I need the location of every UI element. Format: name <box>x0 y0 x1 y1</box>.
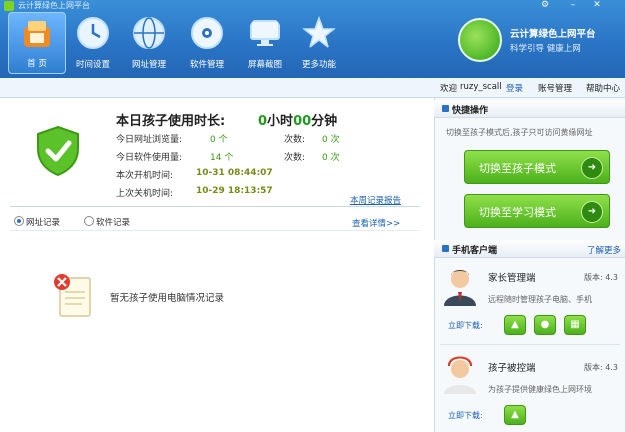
nav-more-features[interactable]: 更多功能 <box>290 12 348 74</box>
usage-hours: 0 <box>258 114 268 129</box>
divider <box>440 344 620 345</box>
parent-client-name: 家长管理端 <box>488 273 536 284</box>
url-views-value: 0 个 <box>210 135 228 145</box>
empty-record-icon <box>54 274 91 317</box>
software-records-radio[interactable] <box>84 216 94 226</box>
software-value: 14 个 <box>210 153 234 163</box>
nav-screenshot-label: 屏幕截图 <box>247 60 282 70</box>
nav-software-management[interactable]: 软件管理 <box>178 12 236 74</box>
title-bar: 云计算绿色上网平台 ⚙ – ✕ <box>0 0 625 12</box>
clock-icon <box>77 17 109 49</box>
nav-url-label: 网址管理 <box>131 60 166 70</box>
welcome-text: 欢迎 <box>440 84 458 94</box>
user-bar: 欢迎 ruzy_scall 登录 账号管理 帮助中心 <box>0 78 625 98</box>
shield-check-icon <box>37 125 79 177</box>
brand-subtitle: 科学引导 健康上网 <box>510 44 581 54</box>
learn-more-link[interactable]: 了解更多 <box>587 244 621 256</box>
child-avatar <box>444 356 476 394</box>
software-times-label: 次数: <box>284 153 306 163</box>
minimize-button[interactable]: – <box>566 0 580 11</box>
nav-home-label: 首 页 <box>27 59 47 69</box>
settings-icon[interactable]: ⚙ <box>538 0 552 11</box>
study-mode-label: 切换至学习模式 <box>479 206 556 219</box>
mobile-title: 手机客户端 <box>452 246 498 256</box>
section-bullet-icon <box>442 245 449 252</box>
url-times-label: 次数: <box>284 135 306 145</box>
shortcuts-hint: 切换至孩子模式后,孩子只可访问黄缘网址 <box>446 128 593 137</box>
parent-client-desc: 远程随时管理孩子电脑、手机 <box>488 295 592 304</box>
divider <box>10 206 420 207</box>
monitor-icon <box>250 20 280 46</box>
apple-icon[interactable]: ● <box>534 315 556 335</box>
child-client-name: 孩子被控端 <box>488 363 536 374</box>
nav-time-label: 时间设置 <box>75 60 110 70</box>
section-bullet-icon <box>442 105 449 112</box>
switch-icon: ➜ <box>581 157 603 179</box>
shutdown-time-label: 上次关机时间: <box>116 189 174 199</box>
brand-title: 云计算绿色上网平台 <box>510 29 596 40</box>
star-icon <box>302 16 336 49</box>
child-mode-label: 切换至孩子模式 <box>479 162 556 175</box>
usage-duration: 0小时00分钟 <box>258 110 337 129</box>
account-link[interactable]: 账号管理 <box>538 82 572 94</box>
disc-icon <box>191 17 223 49</box>
parent-client-version: 版本: 4.3 <box>584 273 618 282</box>
usage-minutes-unit: 分钟 <box>311 114 338 129</box>
username: ruzy_scall <box>460 82 502 92</box>
child-client-desc: 为孩子提供健康绿色上网环境 <box>488 385 592 394</box>
url-times-value: 0 次 <box>322 135 340 145</box>
child-download-label: 立即下载: <box>448 411 483 420</box>
study-mode-button[interactable]: 切换至学习模式 ➜ <box>464 194 610 228</box>
usage-hours-unit: 小时 <box>267 114 294 129</box>
parent-download-label: 立即下载: <box>448 321 483 330</box>
software-label: 今日软件使用量: <box>116 153 183 163</box>
close-button[interactable]: ✕ <box>590 0 604 11</box>
boot-time-value: 10-31 08:44:07 <box>196 168 273 178</box>
divider <box>10 230 420 231</box>
child-mode-button[interactable]: 切换至孩子模式 ➜ <box>464 150 610 184</box>
nav-screenshot[interactable]: 屏幕截图 <box>236 12 294 74</box>
url-records-label[interactable]: 网址记录 <box>26 216 60 228</box>
view-details-link[interactable]: 查看详情>> <box>352 217 400 229</box>
usage-title: 本日孩子使用时长: <box>116 114 226 129</box>
android-icon[interactable]: ▲ <box>504 405 526 425</box>
windows-icon[interactable]: ▦ <box>564 315 586 335</box>
child-client-version: 版本: 4.3 <box>584 363 618 372</box>
nav-url-management[interactable]: 网址管理 <box>120 12 178 74</box>
weekly-report-link[interactable]: 本周记录报告 <box>350 194 401 206</box>
shortcuts-title: 快捷操作 <box>452 106 489 116</box>
software-times-value: 0 次 <box>322 153 340 163</box>
url-records-radio[interactable] <box>14 216 24 226</box>
nav-time-settings[interactable]: 时间设置 <box>64 12 122 74</box>
mobile-header: 手机客户端 了解更多 <box>434 240 625 258</box>
boot-time-label: 本次开机时间: <box>116 171 174 181</box>
empty-records-message: 暂无孩子使用电脑情况记录 <box>110 293 225 304</box>
top-toolbar: 云计算绿色上网平台 ⚙ – ✕ 首 页 时间设置 网址管理 软件管理 屏幕截图 … <box>0 0 625 78</box>
window-title: 云计算绿色上网平台 <box>18 1 90 10</box>
brand-logo-icon <box>458 18 502 62</box>
logout-link[interactable]: 登录 <box>506 82 523 94</box>
url-views-label: 今日网址浏览量: <box>116 135 183 145</box>
nav-home[interactable]: 首 页 <box>8 12 66 74</box>
nav-software-label: 软件管理 <box>189 60 224 70</box>
help-link[interactable]: 帮助中心 <box>586 82 620 94</box>
nav-more-label: 更多功能 <box>301 60 336 70</box>
android-icon[interactable]: ▲ <box>504 315 526 335</box>
globe-icon <box>133 17 165 49</box>
usage-minutes: 00 <box>293 114 312 129</box>
shortcuts-header: 快捷操作 <box>434 100 625 118</box>
app-logo-icon <box>4 1 14 11</box>
switch-icon: ➜ <box>581 201 603 223</box>
shutdown-time-value: 10-29 18:13:57 <box>196 186 273 196</box>
software-records-label[interactable]: 软件记录 <box>96 216 130 228</box>
home-icon <box>24 21 50 47</box>
parent-avatar <box>444 270 476 306</box>
